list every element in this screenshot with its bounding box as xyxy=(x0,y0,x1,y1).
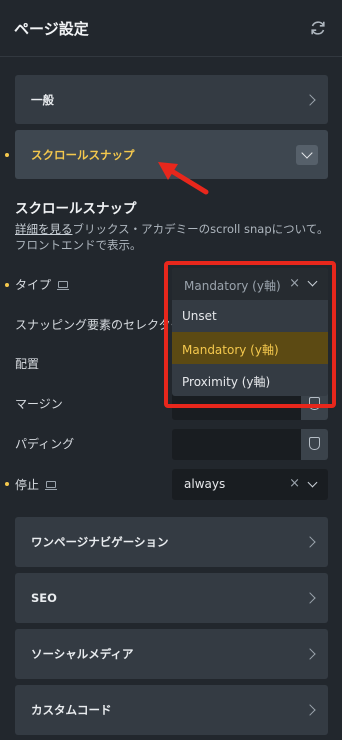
chevron-down-icon[interactable] xyxy=(307,477,318,488)
annotation-highlight-box xyxy=(164,261,336,408)
panel-custom-code[interactable]: カスタムコード xyxy=(15,685,328,735)
panel-seo[interactable]: SEO xyxy=(15,573,328,623)
panel-social-media-label: ソーシャルメディア xyxy=(31,647,134,661)
modified-indicator xyxy=(5,153,9,157)
shield-icon xyxy=(309,437,320,450)
desktop-icon xyxy=(45,481,58,490)
panel-scroll-snap-label: スクロールスナップ xyxy=(31,147,135,162)
section-title: スクロールスナップ xyxy=(15,201,137,217)
unit-toggle-button[interactable] xyxy=(301,429,328,460)
chevron-down-icon[interactable] xyxy=(296,144,318,165)
panel-one-page-nav[interactable]: ワンページナビゲーション xyxy=(15,517,328,567)
margin-label: マージン xyxy=(15,397,63,411)
modified-indicator xyxy=(5,482,9,486)
stop-label: 停止 xyxy=(15,476,58,493)
clear-icon[interactable]: × xyxy=(289,476,300,491)
desktop-icon xyxy=(57,281,70,290)
panel-seo-label: SEO xyxy=(31,591,57,605)
snap-selector-label: スナッピング要素のセレクター xyxy=(15,318,175,332)
chevron-right-icon xyxy=(304,536,316,548)
panel-social-media[interactable]: ソーシャルメディア xyxy=(15,629,328,679)
chevron-right-icon xyxy=(304,592,316,604)
stop-select-value: always xyxy=(184,477,226,491)
learn-more-link[interactable]: 詳細を見る xyxy=(15,222,73,236)
padding-label: パディング xyxy=(15,437,75,451)
header-divider xyxy=(0,56,342,57)
panel-custom-code-label: カスタムコード xyxy=(31,703,112,717)
type-label: タイプ xyxy=(15,276,70,293)
panel-one-page-nav-label: ワンページナビゲーション xyxy=(31,535,169,549)
header: ページ設定 xyxy=(0,0,342,56)
panel-general[interactable]: 一般 xyxy=(15,75,328,124)
panel-general-label: 一般 xyxy=(31,92,54,107)
stop-select[interactable]: always × xyxy=(172,469,328,500)
annotation-arrow-icon xyxy=(158,162,209,195)
modified-indicator xyxy=(5,283,9,287)
chevron-right-icon xyxy=(304,93,316,106)
chevron-right-icon xyxy=(304,648,316,660)
section-description: 詳細を見るブリックス・アカデミーのscroll snapについて。 フロントエン… xyxy=(15,221,333,253)
refresh-icon[interactable] xyxy=(308,18,328,38)
chevron-right-icon xyxy=(304,704,316,716)
padding-input[interactable] xyxy=(172,429,328,460)
page-title: ページ設定 xyxy=(14,20,89,38)
alignment-label: 配置 xyxy=(15,357,40,371)
